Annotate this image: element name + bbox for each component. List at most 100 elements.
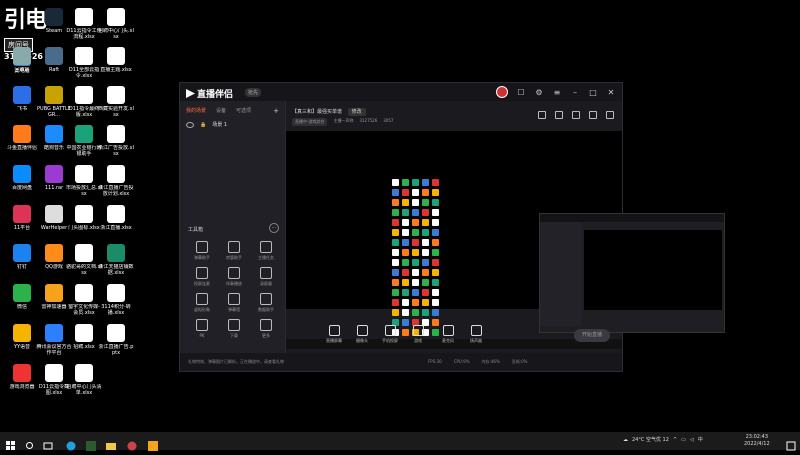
chevron-up-icon[interactable]: ^: [673, 437, 677, 443]
room-title: 【真三和】最强买单谱 修改: [292, 108, 366, 116]
desktop-icon[interactable]: 中国农业银行网银助手: [66, 125, 102, 157]
preview-mini-icon: [432, 179, 439, 186]
desktop-icon[interactable]: 飞书: [4, 86, 40, 112]
stream-preview[interactable]: [286, 131, 725, 349]
source-action-button[interactable]: 麦克风: [434, 325, 462, 344]
desktop-icon[interactable]: 钉钉: [4, 244, 40, 270]
tool-item[interactable]: 下载: [218, 319, 250, 339]
tab-options[interactable]: 可选项: [236, 107, 251, 115]
desktop-icon[interactable]: 招聘中心门头.xlsx: [98, 8, 134, 40]
edit-title-button[interactable]: 修改: [347, 108, 366, 116]
start-live-button[interactable]: 开始直播: [574, 329, 610, 342]
source-action-button[interactable]: 直播屏幕: [320, 325, 348, 344]
desktop-icon[interactable]: D11指令最终版.xlsx: [66, 86, 102, 118]
app-icon-green[interactable]: [86, 436, 96, 451]
desktop-icon[interactable]: 门头图标.xlsx: [66, 205, 102, 231]
app-icon-folder[interactable]: [106, 436, 116, 450]
minimize-button[interactable]: –: [570, 88, 580, 97]
tool-item[interactable]: 录屏器: [250, 267, 282, 287]
add-scene-icon[interactable]: +: [273, 107, 279, 115]
desktop-icon-label: 飞书: [16, 106, 27, 112]
eye-icon[interactable]: [186, 121, 194, 128]
lock-icon[interactable]: [555, 111, 563, 119]
search-icon[interactable]: [25, 436, 35, 449]
language-icon[interactable]: 中: [698, 436, 703, 443]
desktop-icon[interactable]: 回收站: [4, 47, 40, 73]
desktop-icon[interactable]: 浙江直播.xlsx: [98, 205, 134, 231]
share-icon[interactable]: [606, 111, 614, 119]
scene-item[interactable]: 🔒 场景 1: [186, 121, 279, 128]
desktop-icon-image: [45, 364, 63, 382]
edge-icon[interactable]: [66, 436, 76, 451]
notification-icon[interactable]: [786, 436, 796, 451]
windows-start-icon[interactable]: [6, 436, 16, 450]
tool-item[interactable]: 更多: [250, 319, 282, 339]
desktop-icon[interactable]: 招聘.xlsx: [66, 324, 102, 350]
desktop-icon[interactable]: D11云指令工作流程.xlsx: [66, 8, 102, 40]
desktop-icon-image: [75, 205, 93, 223]
gift-icon[interactable]: [538, 111, 546, 119]
desktop-icon-image: [13, 244, 31, 262]
desktop-icon[interactable]: 浙江直播广告.pptx: [98, 324, 134, 356]
volume-icon[interactable]: ◁: [690, 437, 694, 443]
desktop-icon-label: 11平台: [13, 225, 31, 231]
lock-open-icon[interactable]: [572, 111, 580, 119]
tool-item[interactable]: 弹幕助手: [186, 241, 218, 261]
desktop-icon[interactable]: YY语音: [4, 324, 40, 350]
source-action-button[interactable]: 摄像头: [348, 325, 376, 344]
desktop-icon[interactable]: D11全部云指令.xlsx: [66, 47, 102, 79]
room-category[interactable]: 直播中-游戏综合: [292, 118, 328, 126]
desktop-icon[interactable]: 骆驼哥的文档.xlsx: [66, 244, 102, 276]
tool-item[interactable]: PK: [186, 319, 218, 339]
tab-devices[interactable]: 设备: [216, 107, 226, 115]
preview-mini-icon: [412, 259, 419, 266]
toolbox-more-icon[interactable]: ⋯: [269, 223, 279, 233]
close-button[interactable]: ✕: [606, 88, 616, 97]
preview-mini-icon: [422, 289, 429, 296]
tool-item[interactable]: 弹幕墙: [218, 293, 250, 313]
maximize-button[interactable]: □: [588, 88, 598, 97]
tool-item[interactable]: 数据助手: [250, 293, 282, 313]
tool-item[interactable]: 主播任务: [250, 241, 282, 261]
menu-icon[interactable]: ≡: [552, 88, 562, 97]
preview-mini-icon: [432, 269, 439, 276]
settings-icon[interactable]: ⚙: [534, 88, 544, 97]
user-avatar[interactable]: [496, 86, 508, 98]
task-view-icon[interactable]: [43, 436, 53, 450]
source-action-button[interactable]: 扬声器: [462, 325, 490, 344]
desktop-icon[interactable]: 3114积分-转播.xlsx: [98, 284, 134, 316]
source-action-button[interactable]: 手机投屏: [376, 325, 404, 344]
source-action-button[interactable]: 游戏: [404, 325, 432, 344]
desktop-icon[interactable]: 百度网盘: [4, 165, 40, 191]
desktop-icon[interactable]: 微信: [4, 284, 40, 310]
weather-text[interactable]: 24°C 空气优 12: [632, 436, 669, 443]
desktop-icon-image: [13, 47, 31, 65]
clock[interactable]: 23:02:43 2022/4/12: [744, 434, 770, 448]
tool-item[interactable]: 房管助手: [218, 241, 250, 261]
source-action-label: 扬声器: [470, 338, 482, 343]
bell-icon[interactable]: [589, 111, 597, 119]
desktop-icon[interactable]: 浙江直播广告投放计划.xlsx: [98, 165, 134, 197]
desktop-icon[interactable]: 直播主题.xlsx: [98, 47, 134, 73]
network-icon[interactable]: ▭: [681, 437, 686, 443]
desktop-icon[interactable]: 招聘中心门头清单.xlsx: [66, 364, 102, 396]
desktop-icon[interactable]: 市场投放汇总.xlsx: [66, 165, 102, 197]
desktop-icon[interactable]: 蜀宇文化传媒-会员.xlsx: [66, 284, 102, 316]
desktop-icon[interactable]: 斗鱼直播伴侣: [4, 125, 40, 151]
tool-item[interactable]: 投屏连麦: [186, 267, 218, 287]
tool-label: 更多: [262, 333, 270, 338]
live-companion-taskbar-icon[interactable]: [148, 436, 158, 451]
desktop-icon[interactable]: 浙江广告投放.xlsx: [98, 125, 134, 157]
feedback-icon[interactable]: ☐: [516, 88, 526, 97]
lock-icon[interactable]: 🔒: [200, 122, 206, 128]
tool-item[interactable]: 虚拟形象: [186, 293, 218, 313]
desktop-icon[interactable]: 11平台: [4, 205, 40, 231]
tab-my-scenes[interactable]: 我的场景: [186, 107, 206, 115]
desktop-icon[interactable]: 浙江天猫店铺数据.xlsx: [98, 244, 134, 276]
room-title-text: 【真三和】最强买单谱: [292, 109, 343, 115]
tool-item[interactable]: 伴奏播放: [218, 267, 250, 287]
preview-mini-icon: [402, 219, 409, 226]
app-icon-game[interactable]: [127, 436, 137, 451]
desktop-icon[interactable]: 西藏实验开发.xlsx: [98, 86, 134, 118]
desktop-icon[interactable]: 游戏浏览器: [4, 364, 40, 390]
